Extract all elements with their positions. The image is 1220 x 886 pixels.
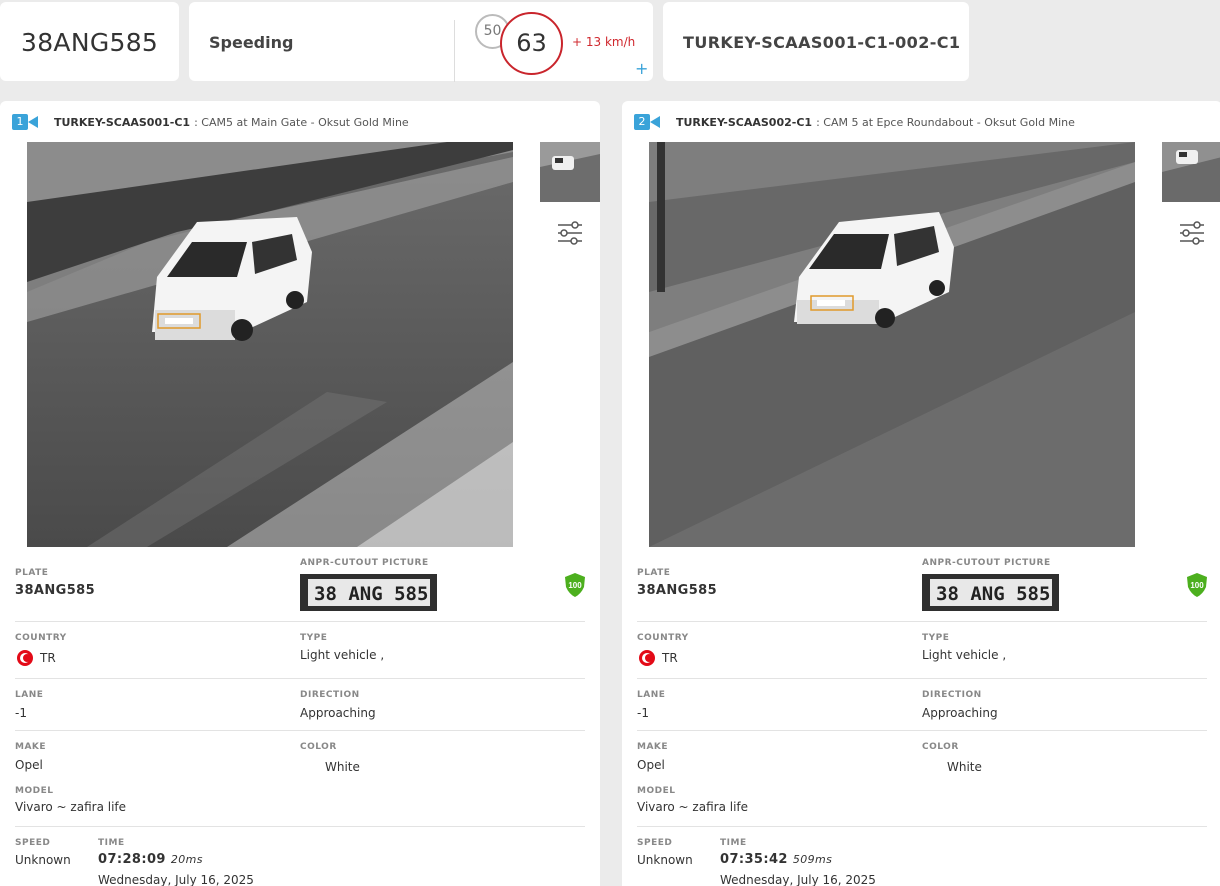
lane-label: LANE (637, 690, 666, 700)
event-type: Speeding (209, 33, 294, 52)
camera-icon: 2 (634, 114, 660, 130)
camera-name: TURKEY-SCAAS001-C1 (54, 115, 191, 129)
camera-location: : CAM 5 at Epce Roundabout - Oksut Gold … (816, 115, 1075, 129)
make-value: Opel (637, 758, 665, 772)
type-value: Light vehicle , (300, 648, 385, 662)
color-label: COLOR (300, 742, 337, 752)
camera-panel-2: 2 TURKEY-SCAAS002-C1 : CAM 5 at Epce Rou… (622, 101, 1220, 886)
camera-location: : CAM5 at Main Gate - Oksut Gold Mine (194, 115, 409, 129)
lane-value: -1 (637, 706, 649, 720)
time-hms: 07:28:09 (98, 852, 166, 867)
divider (454, 20, 455, 82)
anpr-label: ANPR-CUTOUT PICTURE (300, 558, 429, 568)
country-label: COUNTRY (637, 633, 689, 643)
header-plate: 38ANG585 (21, 28, 159, 57)
type-label: TYPE (300, 633, 328, 643)
turkey-flag-icon (17, 650, 33, 666)
confidence-shield-icon: 100 (1186, 572, 1208, 598)
event-card: Speeding 50 63 + 13 km/h + (189, 2, 653, 82)
time-label: TIME (98, 838, 125, 848)
type-value: Light vehicle , (922, 648, 1007, 662)
model-value: Vivaro ~ zafira life (15, 800, 127, 814)
camera-id: TURKEY-SCAAS001-C1-002-C1 (683, 33, 961, 52)
direction-value: Approaching (922, 706, 998, 720)
lane-label: LANE (15, 690, 44, 700)
divider (15, 621, 585, 622)
camera-index: 2 (634, 114, 650, 130)
divider (637, 621, 1207, 622)
anpr-plate-text: 38 ANG 585 (314, 583, 428, 605)
confidence-shield-icon: 100 (564, 572, 586, 598)
divider (637, 826, 1207, 827)
divider (637, 678, 1207, 679)
camera-header: 1 TURKEY-SCAAS001-C1 : CAM5 at Main Gate… (12, 114, 409, 130)
divider (15, 678, 585, 679)
model-label: MODEL (637, 786, 676, 796)
turkey-flag-icon (639, 650, 655, 666)
camera-id-card: TURKEY-SCAAS001-C1-002-C1 (663, 2, 969, 81)
time-hms: 07:35:42 (720, 852, 788, 867)
camera-icon: 1 (12, 114, 38, 130)
speed-value: Unknown (15, 853, 71, 867)
camera-panel-1: 1 TURKEY-SCAAS001-C1 : CAM5 at Main Gate… (0, 101, 600, 886)
time-label: TIME (720, 838, 747, 848)
plate-label: PLATE (15, 568, 49, 578)
time-value: 07:28:09 20ms (98, 852, 203, 867)
date-value: Wednesday, July 16, 2025 (98, 873, 254, 886)
lane-value: -1 (15, 706, 27, 720)
direction-value: Approaching (300, 706, 376, 720)
color-value: White (325, 760, 360, 774)
plate-card: 38ANG585 (0, 2, 179, 81)
model-label: MODEL (15, 786, 54, 796)
type-label: TYPE (922, 633, 950, 643)
camera-index: 1 (12, 114, 28, 130)
time-ms: 20ms (170, 853, 203, 866)
anpr-cutout-image[interactable]: 38 ANG 585 (922, 574, 1059, 611)
make-value: Opel (15, 758, 43, 772)
thumbnail-image[interactable] (1162, 142, 1220, 202)
color-label: COLOR (922, 742, 959, 752)
plate-label: PLATE (637, 568, 671, 578)
time-value: 07:35:42 509ms (720, 852, 832, 867)
confidence-value: 100 (1190, 581, 1204, 590)
anpr-label: ANPR-CUTOUT PICTURE (922, 558, 1051, 568)
measured-speed: 63 (500, 12, 563, 75)
capture-image[interactable] (649, 142, 1135, 547)
date-value: Wednesday, July 16, 2025 (720, 873, 876, 886)
model-value: Vivaro ~ zafira life (637, 800, 749, 814)
speed-label: SPEED (637, 838, 673, 848)
make-label: MAKE (15, 742, 47, 752)
adjust-settings-icon[interactable] (1179, 220, 1205, 246)
camera-header: 2 TURKEY-SCAAS002-C1 : CAM 5 at Epce Rou… (634, 114, 1075, 130)
anpr-plate-text: 38 ANG 585 (936, 583, 1050, 605)
camera-name: TURKEY-SCAAS002-C1 (676, 115, 813, 129)
country-label: COUNTRY (15, 633, 67, 643)
anpr-cutout-image[interactable]: 38 ANG 585 (300, 574, 437, 611)
plate-value: 38ANG585 (15, 583, 96, 598)
plate-value: 38ANG585 (637, 583, 718, 598)
speed-label: SPEED (15, 838, 51, 848)
add-button[interactable]: + (635, 61, 648, 77)
direction-label: DIRECTION (300, 690, 360, 700)
thumbnail-image[interactable] (540, 142, 600, 202)
direction-label: DIRECTION (922, 690, 982, 700)
make-label: MAKE (637, 742, 669, 752)
speed-value: Unknown (637, 853, 693, 867)
confidence-value: 100 (568, 581, 582, 590)
time-ms: 509ms (792, 853, 833, 866)
adjust-settings-icon[interactable] (557, 220, 583, 246)
divider (637, 730, 1207, 731)
color-value: White (947, 760, 982, 774)
overspeed-delta: + 13 km/h (572, 35, 636, 49)
divider (15, 826, 585, 827)
capture-image[interactable] (27, 142, 513, 547)
divider (15, 730, 585, 731)
country-value: TR (662, 651, 678, 665)
country-value: TR (40, 651, 56, 665)
